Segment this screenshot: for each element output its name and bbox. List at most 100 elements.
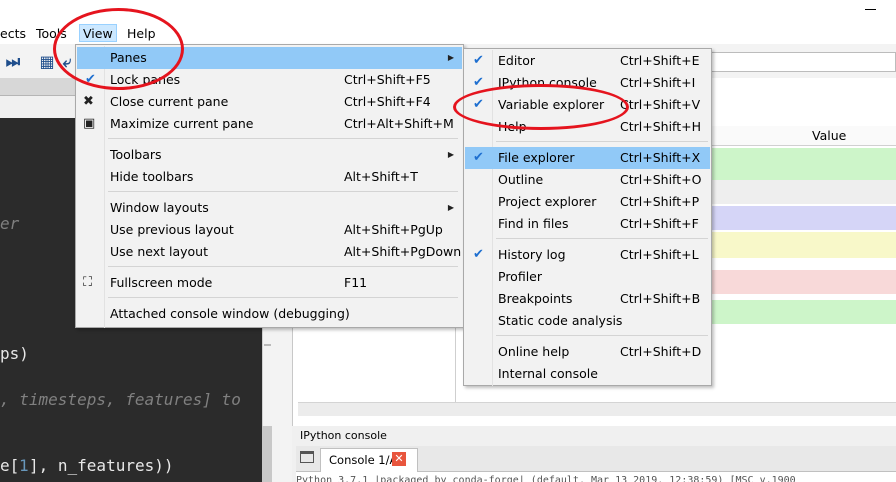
panes-menu-item-profiler[interactable]: Profiler: [465, 266, 710, 288]
menu-item-label: Hide toolbars: [110, 169, 194, 184]
view-menu-item-fullscreen-mode[interactable]: ⛶ Fullscreen mode F11: [77, 272, 462, 294]
horizontal-scrollbar[interactable]: [298, 402, 896, 416]
panes-menu-item-static-code-analysis[interactable]: Static code analysis: [465, 310, 710, 332]
menu-item-shortcut: Ctrl+Shift+I: [620, 75, 696, 90]
panes-menu-item-online-help[interactable]: Online help Ctrl+Shift+D: [465, 341, 710, 363]
view-menu-item-use-next-layout[interactable]: Use next layout Alt+Shift+PgDown: [77, 241, 462, 263]
value-column-header[interactable]: Value: [812, 128, 846, 143]
view-menu-item-hide-toolbars[interactable]: Hide toolbars Alt+Shift+T: [77, 166, 462, 188]
menu-view[interactable]: View: [79, 24, 117, 42]
menu-item-shortcut: Alt+Shift+PgDown: [344, 244, 462, 259]
menu-item-label: IPython console: [498, 75, 597, 90]
code-line: ], n_features)): [29, 456, 174, 475]
menu-item-label: Use next layout: [110, 244, 208, 259]
panes-submenu: ✔ Editor Ctrl+Shift+E ✔ IPython console Ctrl+…: [463, 48, 712, 386]
close-icon[interactable]: ✕: [392, 452, 406, 466]
check-icon: ✔: [473, 53, 484, 68]
console-tab-label: Console 1/A: [329, 453, 398, 467]
menu-tools[interactable]: Tools: [36, 25, 67, 43]
gutter-marker: [264, 344, 271, 346]
debug-return-icon[interactable]: ⤶: [60, 52, 74, 72]
panes-menu-item-find-in-files[interactable]: Find in files Ctrl+Shift+F: [465, 213, 710, 235]
menu-item-shortcut: F11: [344, 275, 368, 290]
submenu-arrow-icon: ▶: [447, 203, 454, 212]
menu-item-label: Close current pane: [110, 94, 229, 109]
code-line: ps): [0, 344, 29, 363]
menu-help[interactable]: Help: [127, 25, 156, 43]
view-menu-item-use-previous-layout[interactable]: Use previous layout Alt+Shift+PgUp: [77, 219, 462, 241]
editor-scrollbar[interactable]: [262, 426, 272, 482]
working-directory-field[interactable]: [711, 52, 896, 72]
menu-item-shortcut: Ctrl+Shift+F: [620, 216, 699, 231]
menu-item-label: Use previous layout: [110, 222, 234, 237]
check-icon: ✔: [473, 75, 484, 90]
menu-item-shortcut: Ctrl+Shift+B: [620, 291, 701, 306]
menu-item-shortcut: Ctrl+Shift+H: [620, 119, 701, 134]
view-menu-item-attached-console-window-debugging[interactable]: Attached console window (debugging): [77, 303, 462, 325]
view-menu-item-toolbars[interactable]: Toolbars ▶: [77, 144, 462, 166]
panes-menu-item-project-explorer[interactable]: Project explorer Ctrl+Shift+P: [465, 191, 710, 213]
menu-item-label: Outline: [498, 172, 544, 187]
menu-separator: [108, 191, 458, 192]
panes-menu-item-ipython-console[interactable]: ✔ IPython console Ctrl+Shift+I: [465, 72, 710, 94]
submenu-arrow-icon: ▶: [447, 53, 454, 62]
menu-item-label: Static code analysis: [498, 313, 623, 328]
debug-step-icon[interactable]: ⏭: [2, 52, 24, 72]
view-menu-item-panes[interactable]: Panes ▶: [77, 47, 462, 69]
menu-projects[interactable]: ects: [0, 25, 26, 43]
code-line: 1: [19, 456, 29, 475]
menu-item-label: Find in files: [498, 216, 569, 231]
menu-separator: [108, 138, 458, 139]
menu-item-shortcut: Ctrl+Shift+D: [620, 344, 702, 359]
view-menu-item-lock-panes[interactable]: ✔ Lock panes Ctrl+Shift+F5: [77, 69, 462, 91]
menu-item-label: Fullscreen mode: [110, 275, 213, 290]
title-bar: [0, 0, 896, 22]
check-icon: ✔: [85, 72, 96, 87]
panes-menu-item-internal-console[interactable]: Internal console: [465, 363, 710, 385]
code-line: er: [0, 214, 20, 233]
menu-item-label: Attached console window (debugging): [110, 306, 350, 321]
menu-bar: ects Tools View Help: [0, 22, 896, 44]
menu-item-label: Editor: [498, 53, 535, 68]
menu-separator: [108, 266, 458, 267]
menu-item-label: Profiler: [498, 269, 543, 284]
menu-item-label: Online help: [498, 344, 570, 359]
menu-item-shortcut: Alt+Shift+PgUp: [344, 222, 443, 237]
panes-menu-item-variable-explorer[interactable]: ✔ Variable explorer Ctrl+Shift+V: [465, 94, 710, 116]
view-menu-item-window-layouts[interactable]: Window layouts ▶: [77, 197, 462, 219]
view-menu-item-maximize-current-pane[interactable]: ▣ Maximize current pane Ctrl+Alt+Shift+M: [77, 113, 462, 135]
menu-item-label: Lock panes: [110, 72, 181, 87]
menu-item-label: Project explorer: [498, 194, 597, 209]
menu-item-label: Help: [498, 119, 527, 134]
menu-item-label: Variable explorer: [498, 97, 605, 112]
menu-separator: [496, 335, 708, 336]
panes-menu-item-outline[interactable]: Outline Ctrl+Shift+O: [465, 169, 710, 191]
menu-item-label: Window layouts: [110, 200, 209, 215]
menu-item-label: File explorer: [498, 150, 575, 165]
close-pane-icon: ✖: [83, 94, 94, 109]
code-line: e[: [0, 456, 20, 475]
menu-item-shortcut: Ctrl+Alt+Shift+M: [344, 116, 454, 131]
folder-icon[interactable]: [300, 451, 314, 463]
panes-menu-item-breakpoints[interactable]: Breakpoints Ctrl+Shift+B: [465, 288, 710, 310]
view-menu-item-close-current-pane[interactable]: ✖ Close current pane Ctrl+Shift+F4: [77, 91, 462, 113]
menu-item-label: Toolbars: [110, 147, 162, 162]
check-icon: ✔: [473, 150, 484, 165]
panes-menu-item-help[interactable]: Help Ctrl+Shift+H: [465, 116, 710, 138]
panes-menu-item-history-log[interactable]: ✔ History log Ctrl+Shift+L: [465, 244, 710, 266]
code-line: , timesteps, features] to: [0, 390, 241, 409]
debug-block-icon[interactable]: ▦: [36, 52, 58, 72]
menu-item-shortcut: Ctrl+Shift+V: [620, 97, 701, 112]
panes-menu-item-editor[interactable]: ✔ Editor Ctrl+Shift+E: [465, 50, 710, 72]
console-output[interactable]: Python 3.7.1 |packaged by conda-forge| (…: [296, 472, 896, 482]
minimize-icon[interactable]: [865, 9, 876, 10]
check-icon: ✔: [473, 97, 484, 112]
maximize-pane-icon: ▣: [83, 116, 96, 131]
menu-item-shortcut: Ctrl+Shift+L: [620, 247, 699, 262]
menu-item-label: History log: [498, 247, 566, 262]
menu-item-shortcut: Ctrl+Shift+X: [620, 150, 701, 165]
console-pane-title: IPython console: [296, 428, 896, 444]
fullscreen-icon: ⛶: [83, 275, 93, 290]
menu-separator: [108, 297, 458, 298]
panes-menu-item-file-explorer[interactable]: ✔ File explorer Ctrl+Shift+X: [465, 147, 710, 169]
